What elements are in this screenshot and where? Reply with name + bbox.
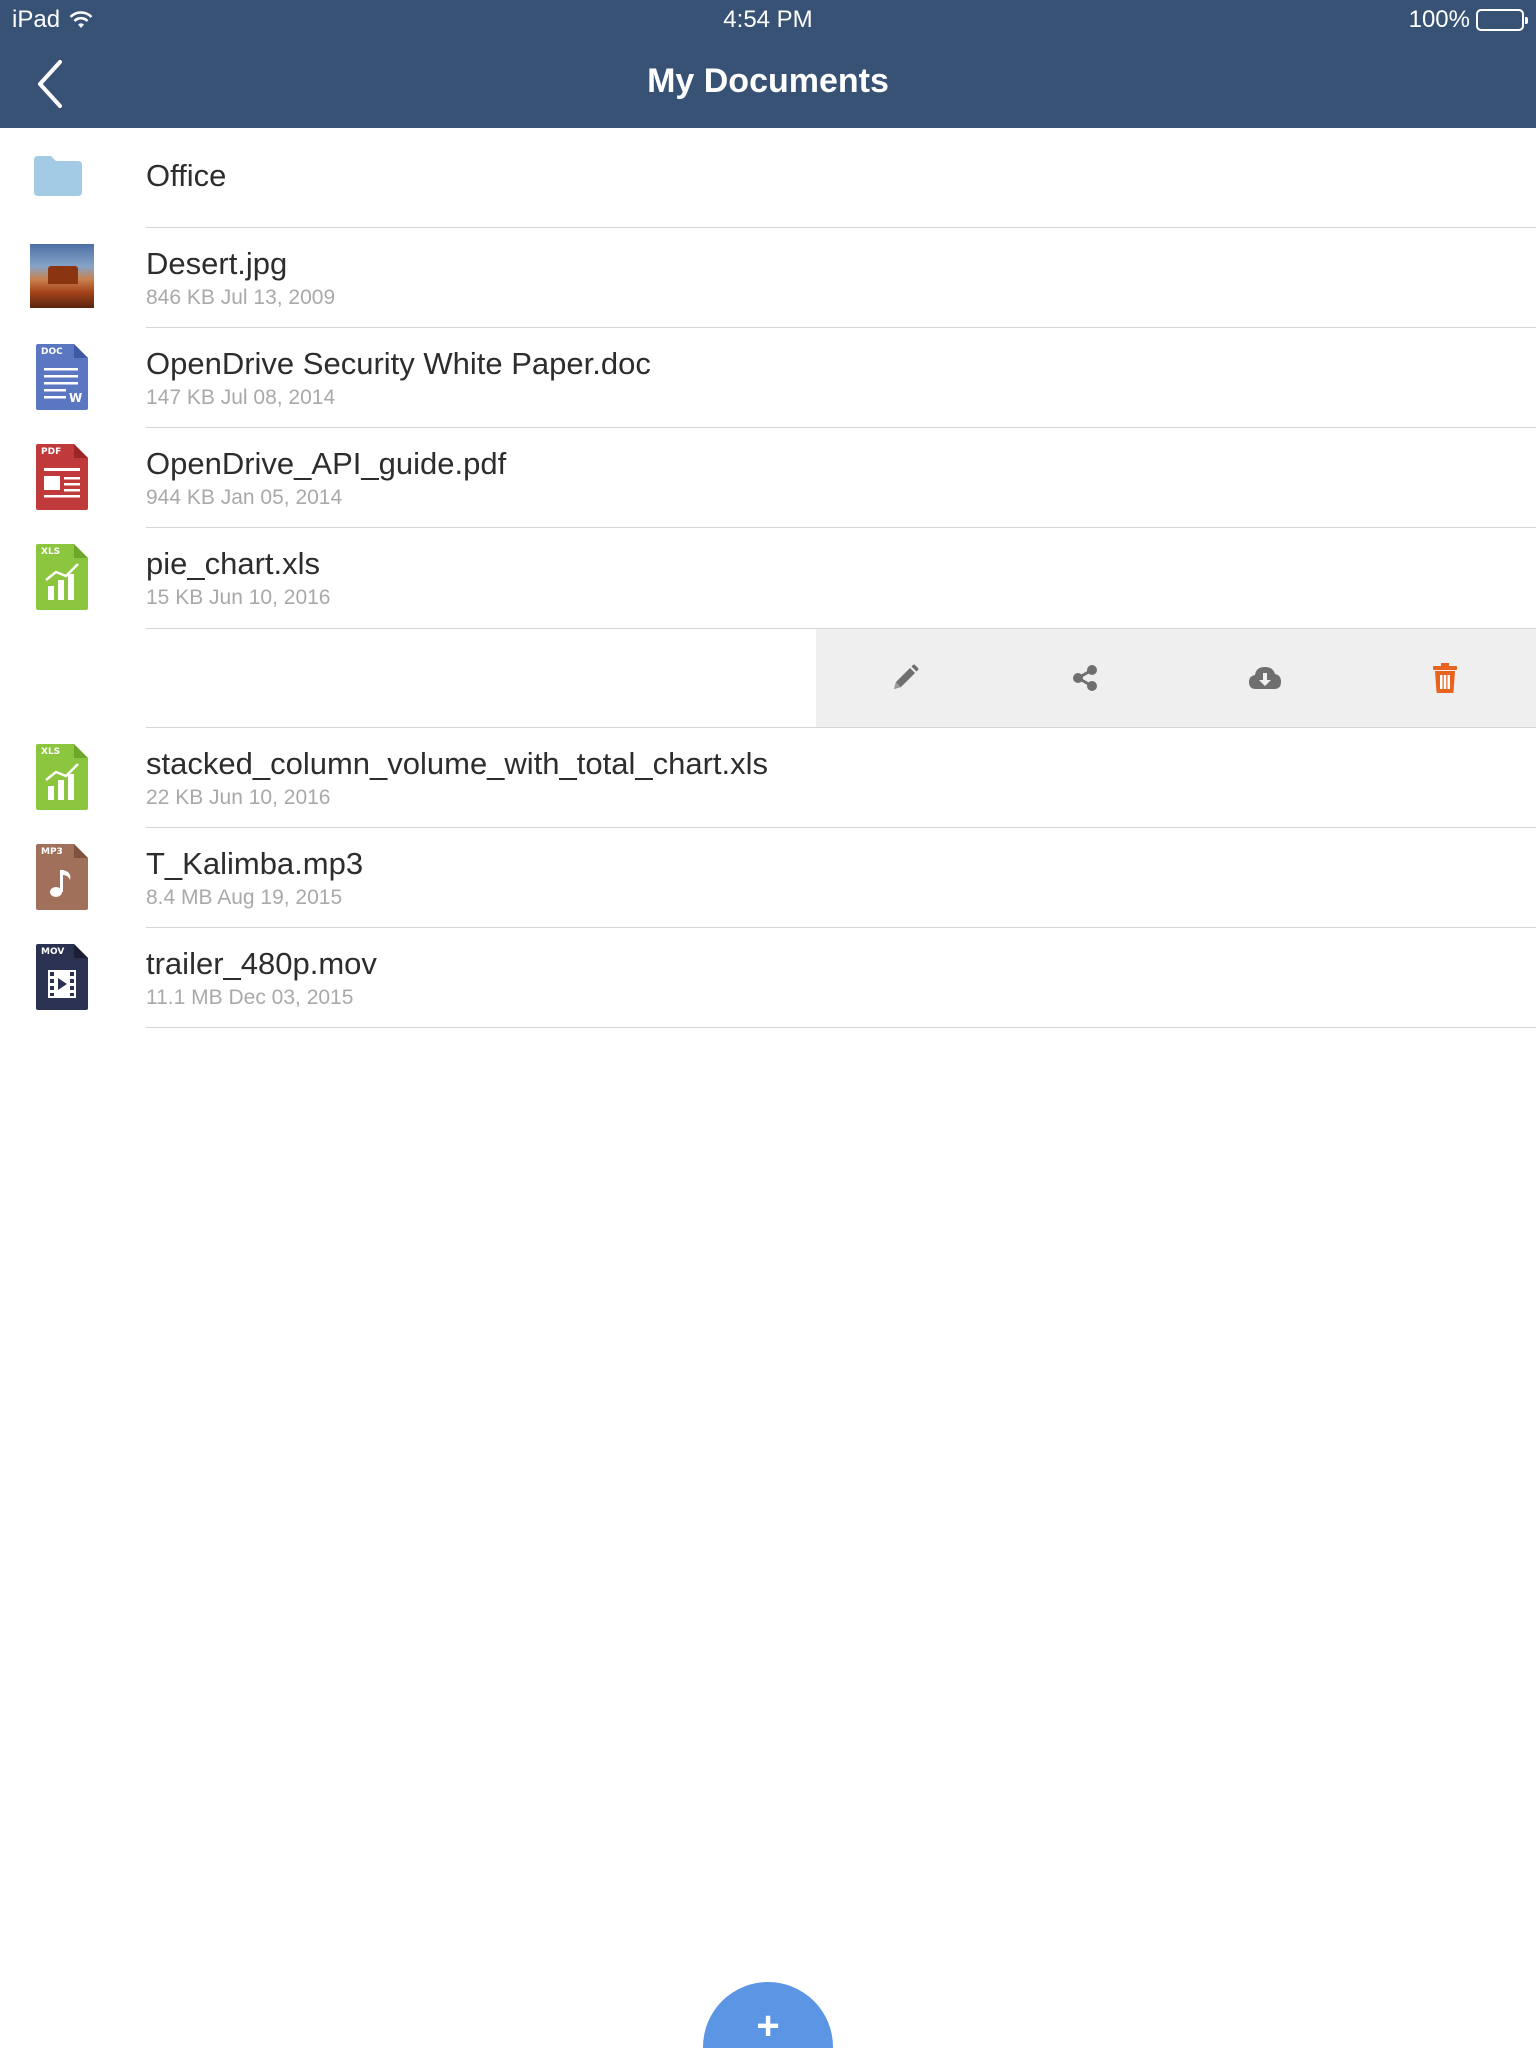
list-item[interactable]: PDF OpenDrive_API_guide.pdf 944 KB Jan 0… [0,428,1536,528]
item-meta: 846 KB Jul 13, 2009 [146,286,336,309]
item-name: stacked_column_volume_with_total_chart.x… [146,746,769,781]
file-type-tag: MP3 [41,847,63,857]
cloud-download-icon [1249,667,1281,689]
item-name: OpenDrive Security White Paper.doc [146,346,651,381]
item-name: Desert.jpg [146,246,288,281]
image-thumbnail [30,244,94,308]
item-meta: 15 KB Jun 10, 2016 [146,586,331,609]
mp3-file-icon: MP3 [36,844,88,910]
xls-file-icon: XLS [36,744,88,810]
add-button[interactable]: + [703,1982,833,2048]
file-type-tag: DOC [41,347,63,357]
share-icon [1073,665,1097,691]
swipe-actions-row [0,628,1536,728]
item-name: trailer_480p.mov [146,946,377,981]
status-time: 4:54 PM [723,6,813,33]
list-item[interactable]: W DOC OpenDrive Security White Paper.doc… [0,328,1536,428]
list-item[interactable]: XLS pie_chart.xls 15 KB Jun 10, 2016 [0,528,1536,628]
file-type-tag: PDF [41,447,62,457]
mov-file-icon: MOV [36,944,88,1010]
top-header: iPad 4:54 PM 100% My Documents [0,0,1536,128]
item-meta: 8.4 MB Aug 19, 2015 [146,886,343,909]
document-list: Office Desert.jpg 846 KB Jul 13, 2009 W … [0,128,1536,1028]
share-button[interactable] [1060,653,1110,703]
pdf-file-icon: PDF [36,444,88,510]
battery-icon [1476,9,1528,31]
svg-text:W: W [69,391,82,405]
swipe-actions [816,629,1536,727]
file-type-tag: XLS [41,747,61,757]
rename-button[interactable] [880,653,930,703]
item-meta: 11.1 MB Dec 03, 2015 [146,986,354,1009]
page-title: My Documents [647,62,889,100]
list-item[interactable]: MP3 T_Kalimba.mp3 8.4 MB Aug 19, 2015 [0,828,1536,928]
divider [146,1027,1536,1028]
status-right: 100% [1408,6,1528,34]
item-meta: 944 KB Jan 05, 2014 [146,486,343,509]
doc-file-icon: W DOC [36,344,88,410]
list-item[interactable]: XLS stacked_column_volume_with_total_cha… [0,728,1536,828]
item-name: T_Kalimba.mp3 [146,846,364,881]
folder-icon [34,156,82,196]
file-type-tag: XLS [41,547,61,557]
pencil-icon [894,664,919,689]
xls-file-icon: XLS [36,544,88,610]
trash-icon [1433,663,1457,693]
list-item[interactable]: Office [0,128,1536,228]
item-meta: 147 KB Jul 08, 2014 [146,386,336,409]
item-name: OpenDrive_API_guide.pdf [146,446,507,481]
file-type-tag: MOV [41,947,65,957]
battery-percent: 100% [1408,6,1470,33]
plus-icon: + [756,2004,780,2048]
delete-button[interactable] [1420,653,1470,703]
item-name: Office [146,158,227,193]
item-name: pie_chart.xls [146,546,321,581]
list-item[interactable]: Desert.jpg 846 KB Jul 13, 2009 [0,228,1536,328]
status-bar: iPad 4:54 PM 100% [0,0,1536,40]
item-meta: 22 KB Jun 10, 2016 [146,786,331,809]
list-item[interactable]: MOV trailer_480p.mov 11.1 MB Dec 03, 201… [0,928,1536,1028]
download-button[interactable] [1240,653,1290,703]
